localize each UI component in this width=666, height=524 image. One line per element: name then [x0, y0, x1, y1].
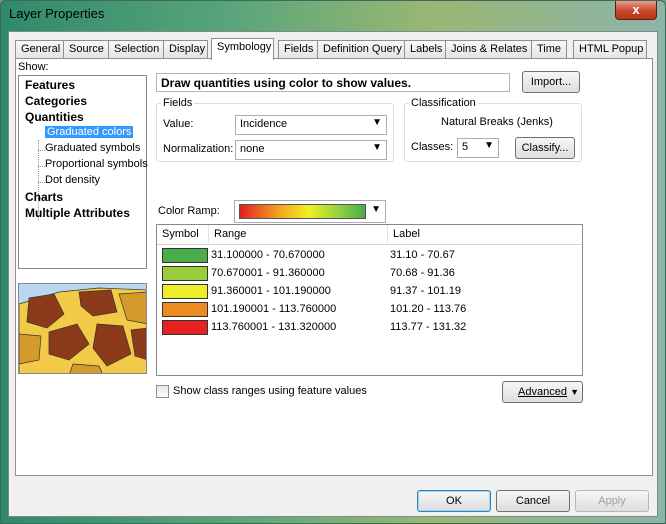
value-field-text: Incidence	[240, 118, 288, 130]
tree-item-quantities[interactable]: Quantities	[25, 110, 84, 124]
tree-connector	[38, 182, 45, 183]
tree-item-graduated-colors[interactable]: Graduated colors	[45, 126, 134, 138]
chevron-down-icon: ▼	[372, 142, 382, 153]
class-row[interactable]: 113.760001 - 131.320000 113.77 - 131.32	[157, 319, 582, 337]
tab-selection[interactable]: Selection	[108, 40, 164, 59]
class-row[interactable]: 31.100000 - 70.670000 31.10 - 70.67	[157, 247, 582, 265]
class-range: 31.100000 - 70.670000	[211, 249, 325, 261]
ok-button[interactable]: OK	[417, 490, 491, 512]
tree-item-graduated-symbols[interactable]: Graduated symbols	[45, 142, 140, 154]
class-symbol-swatch[interactable]	[162, 248, 208, 263]
map-preview-graphic	[19, 284, 146, 373]
class-symbol-swatch[interactable]	[162, 320, 208, 335]
class-symbol-swatch[interactable]	[162, 302, 208, 317]
renderer-tree: Features Categories Quantities Graduated…	[18, 75, 148, 269]
class-breaks-list[interactable]: Symbol Range Label 31.100000 - 70.670000…	[156, 224, 583, 376]
tree-item-proportional-symbols[interactable]: Proportional symbols	[45, 158, 148, 170]
map-preview-image	[18, 283, 147, 374]
tree-connector	[38, 150, 45, 151]
tab-html-popup[interactable]: HTML Popup	[573, 40, 647, 59]
classification-group: Classification Natural Breaks (Jenks) Cl…	[404, 97, 582, 162]
symbology-panel: Show: Features Categories Quantities Gra…	[15, 58, 653, 476]
classes-dropdown[interactable]: 5 ▼	[457, 138, 499, 158]
tab-symbology[interactable]: Symbology	[211, 38, 274, 60]
normalization-text: none	[240, 143, 265, 155]
chevron-down-icon: ▼	[371, 204, 381, 215]
color-ramp-label: Color Ramp:	[158, 205, 220, 217]
class-range: 113.760001 - 131.320000	[211, 321, 337, 333]
renderer-description: Draw quantities using color to show valu…	[156, 73, 510, 92]
tab-joins-relates[interactable]: Joins & Relates	[445, 40, 532, 59]
class-range: 101.190001 - 113.760000	[211, 303, 337, 315]
color-ramp-preview	[239, 204, 366, 219]
normalization-dropdown[interactable]: none ▼	[235, 140, 387, 160]
header-symbol[interactable]: Symbol	[157, 225, 209, 245]
classify-button[interactable]: Classify...	[515, 137, 575, 159]
tree-item-features[interactable]: Features	[25, 78, 75, 92]
class-label[interactable]: 70.68 - 91.36	[390, 267, 455, 279]
class-label[interactable]: 31.10 - 70.67	[390, 249, 455, 261]
class-row[interactable]: 101.190001 - 113.760000 101.20 - 113.76	[157, 301, 582, 319]
tab-labels[interactable]: Labels	[404, 40, 446, 59]
value-field-dropdown[interactable]: Incidence ▼	[235, 115, 387, 135]
class-range: 70.670001 - 91.360000	[211, 267, 325, 279]
tab-definition-query[interactable]: Definition Query	[317, 40, 405, 59]
chevron-down-icon: ▼	[570, 387, 579, 397]
tree-item-multiple-attributes[interactable]: Multiple Attributes	[25, 206, 130, 220]
show-ranges-checkbox[interactable]	[156, 385, 169, 398]
class-row[interactable]: 70.670001 - 91.360000 70.68 - 91.36	[157, 265, 582, 283]
tree-item-dot-density[interactable]: Dot density	[45, 174, 100, 186]
tab-display[interactable]: Display	[163, 40, 208, 59]
class-label[interactable]: 101.20 - 113.76	[390, 303, 466, 315]
advanced-button-label: Advanced	[518, 386, 567, 398]
value-label: Value:	[163, 118, 194, 130]
class-label[interactable]: 91.37 - 101.19	[390, 285, 461, 297]
tree-connector	[38, 166, 45, 167]
tree-item-categories[interactable]: Categories	[25, 94, 87, 108]
show-label: Show:	[18, 61, 49, 73]
title-bar[interactable]: Layer Properties x	[1, 1, 665, 29]
classification-group-title: Classification	[409, 97, 478, 109]
class-range: 91.360001 - 101.190000	[211, 285, 331, 297]
advanced-button[interactable]: Advanced ▼	[502, 381, 583, 403]
show-ranges-label: Show class ranges using feature values	[173, 385, 367, 397]
tab-general[interactable]: General	[15, 40, 64, 59]
tab-fields[interactable]: Fields	[278, 40, 318, 59]
close-button[interactable]: x	[615, 1, 657, 20]
normalization-label: Normalization:	[163, 143, 234, 155]
fields-group-title: Fields	[161, 97, 195, 109]
tab-time[interactable]: Time	[531, 40, 567, 59]
class-symbol-swatch[interactable]	[162, 266, 208, 281]
color-ramp-dropdown[interactable]: ▼	[234, 200, 386, 223]
class-symbol-swatch[interactable]	[162, 284, 208, 299]
tree-item-charts[interactable]: Charts	[25, 190, 63, 204]
chevron-down-icon: ▼	[484, 140, 494, 151]
class-list-header: Symbol Range Label	[157, 225, 582, 245]
classes-value: 5	[462, 141, 469, 153]
classes-label: Classes:	[411, 141, 454, 153]
window-title: Layer Properties	[9, 6, 105, 21]
import-button[interactable]: Import...	[522, 71, 580, 93]
cancel-button[interactable]: Cancel	[496, 490, 570, 512]
class-row[interactable]: 91.360001 - 101.190000 91.37 - 101.19	[157, 283, 582, 301]
fields-group: Fields Value: Incidence ▼ Normalization:…	[156, 97, 394, 162]
apply-button[interactable]: Apply	[575, 490, 649, 512]
header-label[interactable]: Label	[388, 225, 582, 245]
class-label[interactable]: 113.77 - 131.32	[390, 321, 466, 333]
header-range[interactable]: Range	[209, 225, 388, 245]
layer-properties-window: Layer Properties x General Source Select…	[0, 0, 666, 524]
chevron-down-icon: ▼	[372, 117, 382, 128]
tab-source[interactable]: Source	[63, 40, 109, 59]
dialog-client: General Source Selection Display Symbolo…	[8, 31, 658, 517]
classification-method: Natural Breaks (Jenks)	[441, 116, 553, 128]
